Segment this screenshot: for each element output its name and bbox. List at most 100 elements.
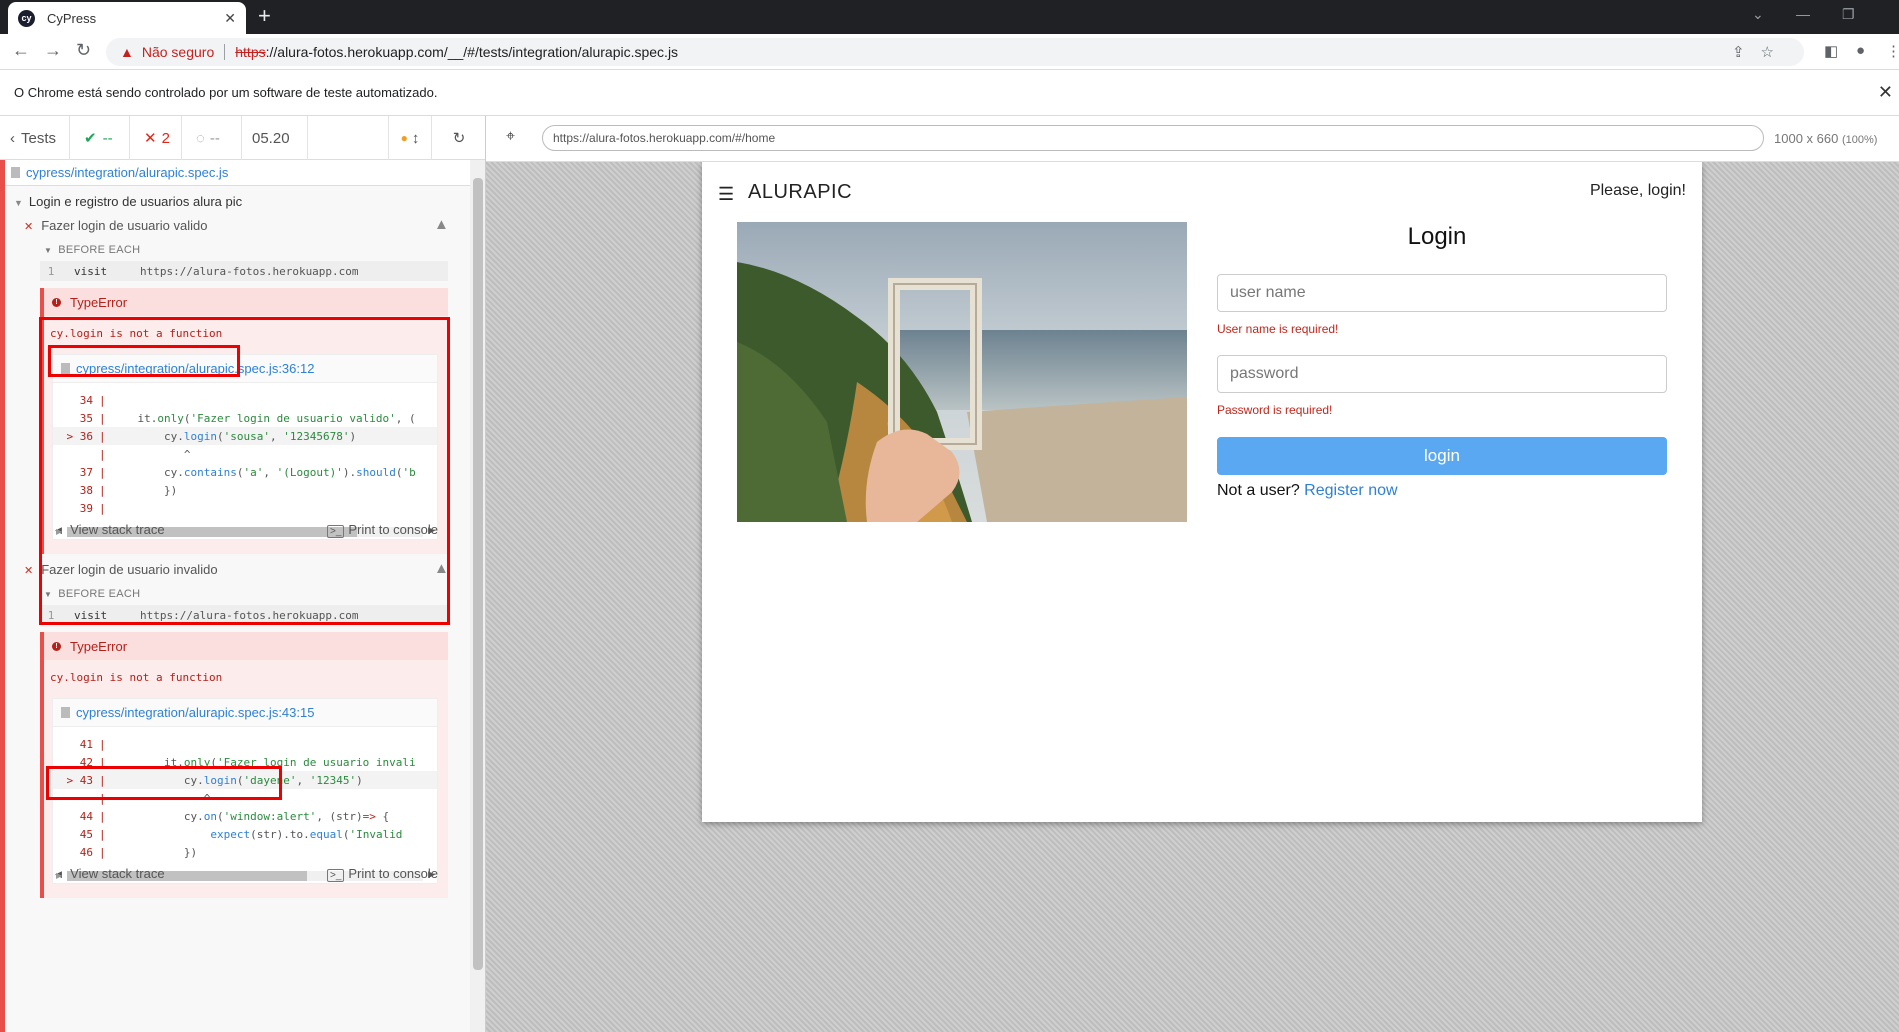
error-type: TypeError bbox=[70, 294, 128, 310]
automation-notice: O Chrome está sendo controlado por um so… bbox=[14, 85, 438, 100]
failure-indicator-bar bbox=[0, 160, 5, 1032]
test-item[interactable]: ✕ Fazer login de usuario valido bbox=[24, 218, 207, 233]
address-bar[interactable]: ▲ Não seguro https://alura-fotos.herokua… bbox=[106, 38, 1804, 66]
annotation-highlight bbox=[48, 345, 240, 377]
spec-file-link[interactable]: cypress/integration/alurapic.spec.js bbox=[5, 160, 470, 186]
x-icon: ✕ bbox=[144, 130, 157, 147]
hook-title[interactable]: ▼ BEFORE EACH bbox=[44, 244, 140, 256]
password-input[interactable]: password bbox=[1217, 355, 1667, 393]
cypress-logo-icon: cy bbox=[18, 9, 35, 27]
command-name: visit bbox=[74, 264, 108, 278]
hook-label: BEFORE EACH bbox=[58, 244, 141, 256]
command-row[interactable]: 1 visit https://alura-fotos.herokuapp.co… bbox=[40, 261, 448, 281]
check-icon: ✔ bbox=[84, 130, 97, 147]
hero-photo bbox=[737, 222, 1187, 522]
file-icon bbox=[61, 707, 70, 718]
password-error: Password is required! bbox=[1217, 403, 1333, 417]
duration: 05.20 bbox=[242, 116, 308, 160]
code-frame-link[interactable]: cypress/integration/alurapic.spec.js:43:… bbox=[53, 699, 437, 727]
url-scheme: https bbox=[235, 44, 266, 60]
code-line: 45 | expect(str).to.equal('Invalid bbox=[79, 827, 403, 841]
reload-icon[interactable]: ↻ bbox=[76, 40, 91, 61]
error-icon: ! bbox=[52, 641, 61, 651]
print-console-label: Print to console bbox=[348, 866, 438, 881]
file-icon bbox=[11, 167, 20, 178]
back-arrow-icon[interactable]: ← bbox=[12, 40, 30, 61]
restore-icon[interactable]: ❐ bbox=[1842, 6, 1855, 23]
cypress-reporter: ‹ Tests ✔ -- ✕ 2 ◌ -- 05.20 ● ↕ ↻ cypres… bbox=[0, 116, 486, 1032]
pending-count: ◌ -- bbox=[182, 116, 242, 160]
reporter-scrollbar[interactable] bbox=[470, 160, 485, 1032]
close-icon[interactable]: ✕ bbox=[1878, 82, 1893, 103]
caret-down-icon: ▼ bbox=[14, 198, 23, 208]
command-arg: https://alura-fotos.herokuapp.com bbox=[140, 264, 359, 278]
profile-icon[interactable]: ● bbox=[1856, 42, 1865, 59]
aut-header: ⌖ https://alura-fotos.herokuapp.com/#/ho… bbox=[486, 116, 1899, 162]
new-tab-icon[interactable]: + bbox=[258, 4, 271, 28]
not-secure-label[interactable]: Não seguro bbox=[142, 44, 214, 60]
error-footer: ▶ View stack trace >_ Print to console bbox=[44, 858, 444, 888]
failed-count: ✕ 2 bbox=[130, 116, 182, 160]
close-icon[interactable]: ✕ bbox=[224, 10, 236, 27]
pending-circle-icon: ◌ bbox=[196, 129, 205, 147]
tab-search-icon[interactable]: ⌄ bbox=[1752, 6, 1764, 23]
login-title: Login bbox=[1407, 223, 1467, 250]
error-header: ! TypeError bbox=[44, 632, 448, 660]
please-login-text: Please, login! bbox=[1589, 182, 1686, 199]
not-user-text: Not a user? Register now bbox=[1217, 482, 1398, 500]
url-text: ://alura-fotos.herokuapp.com/__/#/tests/… bbox=[265, 44, 679, 60]
app-brand[interactable]: ALURAPIC bbox=[748, 181, 852, 204]
error-header: ! TypeError bbox=[44, 288, 448, 316]
reporter-body: cypress/integration/alurapic.spec.js ▼ Lo… bbox=[0, 160, 470, 1032]
side-panel-icon[interactable]: ◧ bbox=[1824, 42, 1838, 60]
divider bbox=[224, 44, 226, 60]
passed-value: -- bbox=[102, 129, 113, 147]
pending-value: -- bbox=[209, 129, 220, 147]
browser-tab[interactable]: cy CyPress ✕ bbox=[8, 2, 246, 34]
annotation-highlight bbox=[46, 766, 282, 800]
username-input[interactable]: user name bbox=[1217, 274, 1667, 312]
aut-stage: ☰ ALURAPIC Please, login! Login user nam… bbox=[486, 162, 1899, 1032]
automation-infobar: O Chrome está sendo controlado por um so… bbox=[0, 70, 1899, 116]
forward-arrow-icon[interactable]: → bbox=[44, 40, 62, 61]
rerun-button[interactable]: ↻ bbox=[432, 116, 485, 160]
viewport-scale: (100%) bbox=[1841, 134, 1878, 146]
passed-count: ✔ -- bbox=[70, 116, 130, 160]
warning-icon: ▲ bbox=[120, 44, 134, 60]
x-icon: ✕ bbox=[24, 565, 34, 577]
suite-title[interactable]: ▼ Login e registro de usuarios alura pic bbox=[14, 194, 242, 209]
login-button[interactable]: login bbox=[1217, 437, 1667, 475]
aut-url-bar[interactable]: https://alura-fotos.herokuapp.com/#/home bbox=[542, 125, 1764, 151]
error-type: TypeError bbox=[70, 638, 128, 654]
error-panel: ! TypeError cy.login is not a function c… bbox=[40, 632, 448, 898]
print-to-console-button[interactable]: >_ Print to console bbox=[326, 866, 438, 882]
share-star-icons[interactable]: ⇪☆ bbox=[1732, 43, 1790, 61]
auto-scroll-toggle[interactable]: ● ↕ bbox=[388, 116, 432, 160]
updown-arrow-icon: ↕ bbox=[411, 129, 420, 147]
warning-icon: ▲ bbox=[434, 216, 449, 233]
username-error: User name is required! bbox=[1217, 322, 1339, 336]
command-number: 1 bbox=[47, 264, 55, 278]
hamburger-menu-icon[interactable]: ☰ bbox=[718, 184, 734, 205]
view-stack-trace[interactable]: ▶ View stack trace bbox=[56, 866, 165, 881]
chevron-left-icon: ‹ bbox=[10, 129, 15, 147]
suite-label: Login e registro de usuarios alura pic bbox=[28, 194, 243, 209]
not-user-label: Not a user? bbox=[1217, 482, 1300, 499]
code-line: 44 | cy.on('window:alert', (str)=> { bbox=[79, 809, 390, 823]
failed-value: 2 bbox=[161, 129, 170, 147]
duration-value: 05.20 bbox=[252, 129, 290, 147]
test-title: Fazer login de usuario valido bbox=[41, 218, 208, 233]
status-dot-icon: ● bbox=[400, 131, 408, 145]
error-message: cy.login is not a function bbox=[50, 671, 223, 684]
tests-label: Tests bbox=[21, 129, 57, 147]
tests-back-button[interactable]: ‹ Tests bbox=[0, 116, 70, 160]
register-link[interactable]: Register now bbox=[1304, 482, 1397, 499]
minimize-icon[interactable]: — bbox=[1796, 6, 1810, 22]
viewport-size-value: 1000 x 660 bbox=[1774, 131, 1839, 146]
selector-playground-icon[interactable]: ⌖ bbox=[506, 128, 515, 146]
menu-dots-icon[interactable]: ⋮ bbox=[1886, 42, 1899, 60]
scrollbar-thumb[interactable] bbox=[473, 178, 483, 970]
app-viewport: ☰ ALURAPIC Please, login! Login user nam… bbox=[702, 162, 1702, 822]
x-icon: ✕ bbox=[24, 221, 34, 233]
code-line: 41 | bbox=[79, 737, 106, 751]
